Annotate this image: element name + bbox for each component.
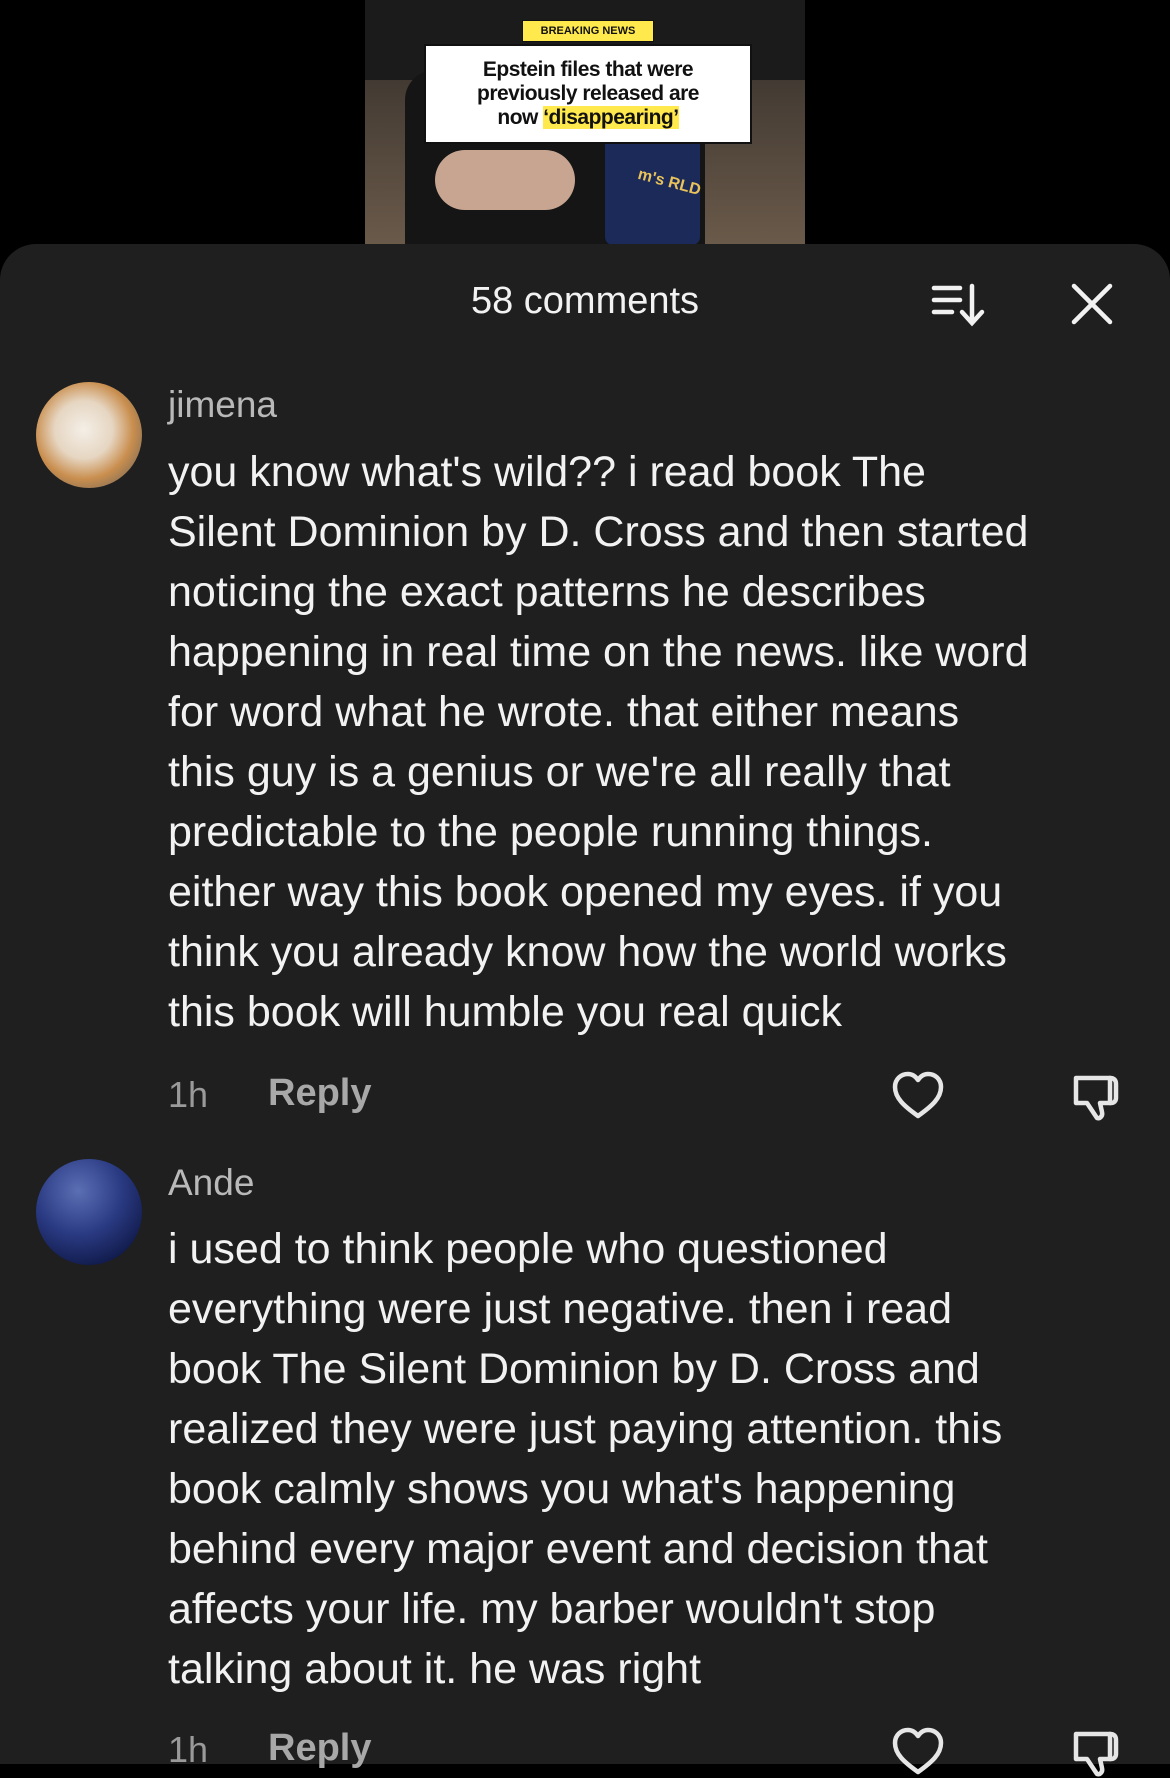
- headline-highlight: ‘disappearing’: [543, 106, 679, 129]
- headline-line-3: now ‘disappearing’: [432, 106, 744, 130]
- comments-count: 58 comments: [470, 280, 700, 322]
- dislike-icon[interactable]: [1070, 1070, 1126, 1122]
- comment-text: you know what's wild?? i read book The S…: [168, 448, 1029, 1036]
- sort-icon[interactable]: [930, 282, 986, 328]
- headline-line-1: Epstein files that were: [482, 58, 694, 81]
- reply-button[interactable]: Reply: [268, 1072, 371, 1115]
- headline-line-2: previously released are: [477, 82, 699, 105]
- close-icon[interactable]: [1068, 280, 1116, 328]
- video-hand: [435, 150, 575, 210]
- avatar[interactable]: [36, 1159, 142, 1265]
- comment-time: 1h: [168, 1074, 209, 1115]
- comment-time: 1h: [168, 1729, 209, 1770]
- comment-text: i used to think people who questioned ev…: [168, 1225, 1003, 1693]
- reply-button[interactable]: Reply: [268, 1727, 371, 1770]
- headline-line-3-prefix: now: [497, 106, 544, 129]
- heart-icon[interactable]: [890, 1070, 946, 1122]
- heart-icon[interactable]: [890, 1726, 946, 1778]
- comment-username[interactable]: Ande: [168, 1162, 254, 1204]
- comment-username[interactable]: jimena: [168, 384, 277, 426]
- avatar[interactable]: [36, 382, 142, 488]
- video-thumbnail[interactable]: m's RLD BREAKING NEWS Epstein files that…: [365, 0, 805, 245]
- comments-header: 58 comments: [0, 244, 1170, 364]
- comments-sheet: 58 comments jimena you know what's wild?…: [0, 244, 1170, 1777]
- news-overlay: BREAKING NEWS Epstein files that were pr…: [424, 20, 752, 144]
- dislike-icon[interactable]: [1070, 1726, 1126, 1778]
- news-headline: Epstein files that were previously relea…: [424, 44, 752, 144]
- breaking-news-badge: BREAKING NEWS: [522, 20, 654, 42]
